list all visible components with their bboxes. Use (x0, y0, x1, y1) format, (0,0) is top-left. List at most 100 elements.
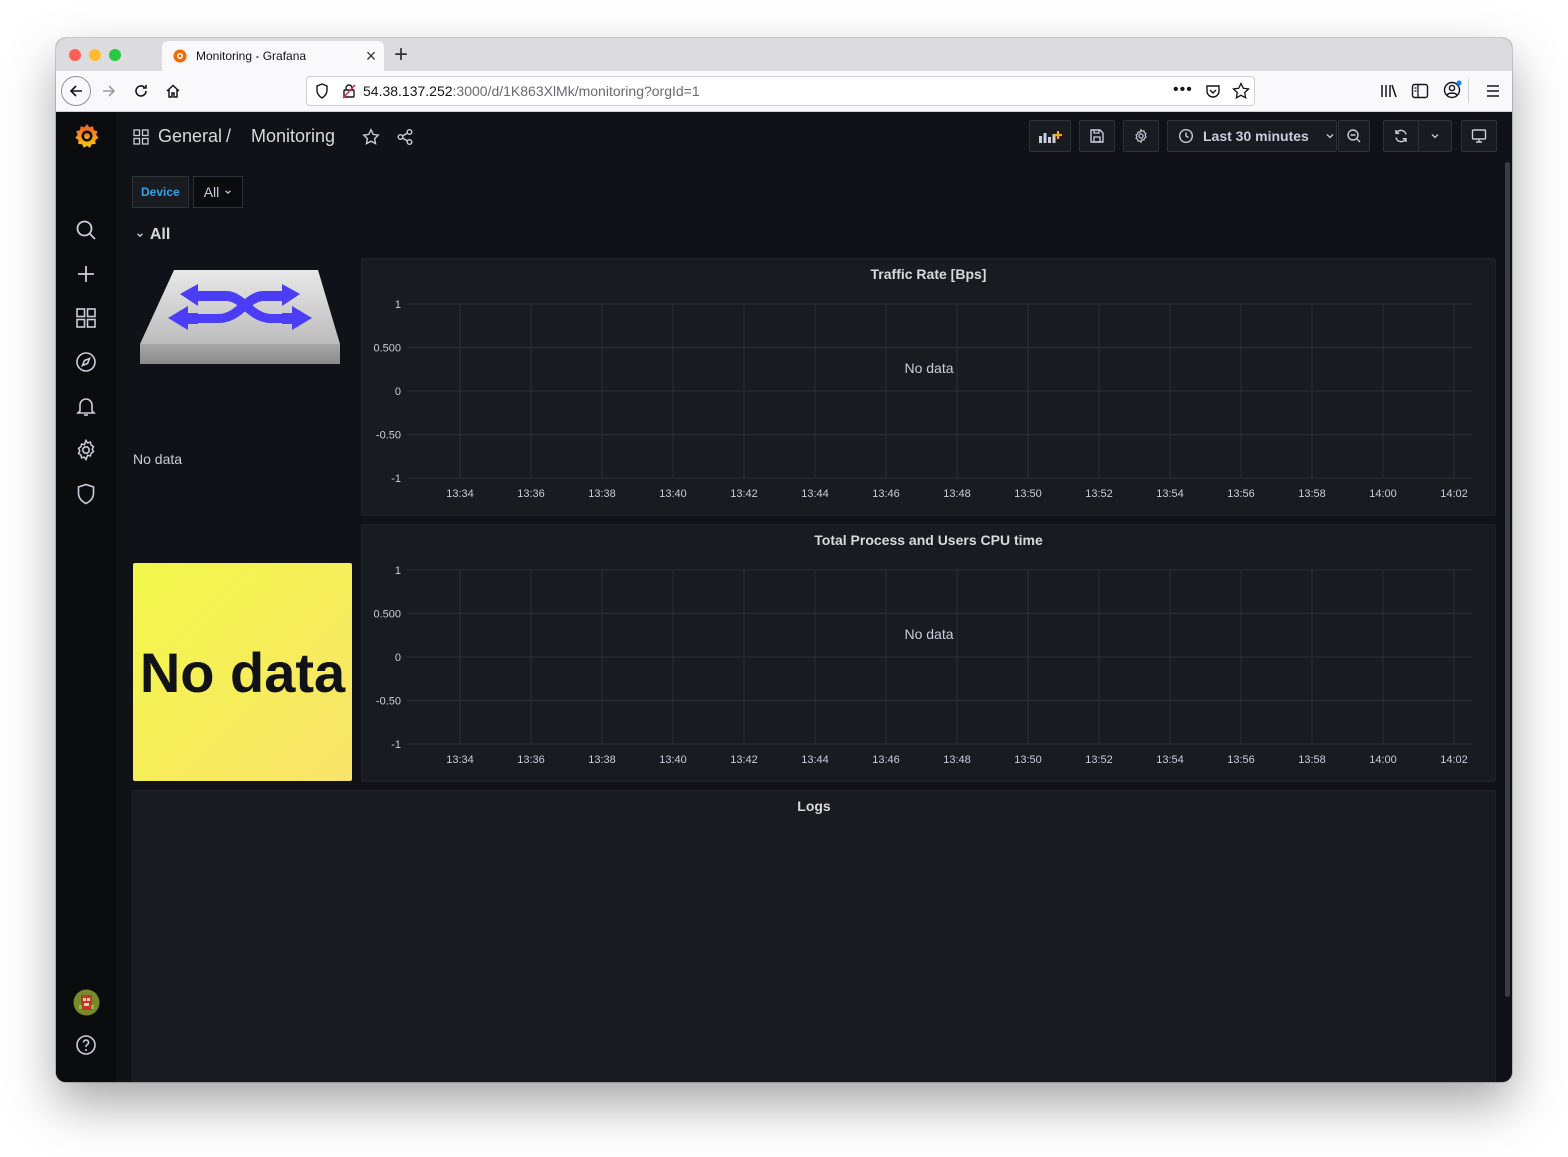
back-button[interactable] (61, 76, 91, 106)
no-data-message: No data (904, 626, 953, 642)
device-variable-select[interactable]: All (192, 176, 244, 208)
grafana-logo-icon[interactable] (73, 122, 101, 150)
refresh-interval-dropdown[interactable] (1418, 120, 1452, 152)
zoom-out-button[interactable] (1338, 120, 1370, 152)
settings-gear-icon (1135, 128, 1147, 144)
scrollbar-thumb[interactable] (1505, 162, 1510, 997)
zoom-out-icon (1347, 129, 1361, 143)
dashboard-title[interactable]: Monitoring (251, 126, 335, 147)
close-tab-icon[interactable]: × (358, 46, 384, 67)
x-tick-label: 13:54 (1156, 754, 1184, 766)
server-admin-shield-icon[interactable] (74, 482, 98, 506)
toolbar-divider (1468, 79, 1469, 103)
y-tick-label: 1 (395, 565, 401, 577)
y-tick-label: -1 (391, 473, 401, 485)
x-tick-label: 13:44 (801, 488, 829, 500)
save-icon (1090, 129, 1104, 143)
shield-tracking-icon (316, 83, 328, 99)
new-tab-icon[interactable]: + (394, 41, 414, 69)
tab-bar: Monitoring - Grafana × + (56, 38, 1512, 71)
clock-icon (1178, 128, 1194, 144)
monitor-icon (1471, 129, 1487, 143)
breadcrumb-separator: / (226, 126, 232, 146)
favorite-star-icon[interactable] (362, 128, 380, 146)
variables-bar: Device All (132, 176, 244, 208)
alerting-bell-icon[interactable] (74, 394, 98, 418)
browser-tab[interactable]: Monitoring - Grafana × (162, 41, 384, 71)
cpu-time-panel: Total Process and Users CPU time 1 0.500 0… (361, 524, 1496, 782)
close-window-button[interactable] (69, 49, 81, 61)
chevron-down-icon (137, 233, 143, 238)
forward-button[interactable] (95, 77, 123, 105)
forward-arrow-icon (103, 85, 116, 97)
home-icon (166, 84, 180, 98)
y-tick-label: -1 (391, 739, 401, 751)
user-avatar[interactable] (73, 989, 100, 1016)
x-tick-label: 13:34 (446, 488, 474, 500)
row-header[interactable]: All (136, 226, 170, 244)
dashboard-scrollbar[interactable] (1504, 162, 1512, 997)
chevron-down-icon (225, 190, 232, 195)
search-icon[interactable] (74, 218, 98, 242)
x-tick-label: 13:46 (872, 754, 900, 766)
minimize-window-button[interactable] (89, 49, 101, 61)
url-bar[interactable]: 54.38.137.252:3000/d/1K863XlMk/monitorin… (306, 76, 1255, 106)
x-tick-label: 13:42 (730, 754, 758, 766)
refresh-button[interactable] (1383, 120, 1419, 152)
x-tick-label: 13:36 (517, 754, 545, 766)
add-panel-button[interactable] (1029, 120, 1071, 152)
side-menu (56, 112, 116, 1082)
y-tick-label: 0.500 (373, 343, 401, 355)
page-actions-icon[interactable]: ••• (1173, 81, 1193, 99)
x-tick-label: 14:02 (1440, 754, 1468, 766)
chevron-down-icon (1431, 134, 1439, 139)
x-tick-label: 13:52 (1085, 754, 1113, 766)
url-path: :3000/d/1K863XlMk/monitoring?orgId=1 (452, 83, 700, 99)
sidebar-toggle-icon[interactable] (1411, 83, 1429, 99)
save-dashboard-button[interactable] (1079, 120, 1115, 152)
reload-button[interactable] (127, 77, 155, 105)
hamburger-menu-icon[interactable] (1485, 83, 1501, 99)
x-tick-label: 14:00 (1369, 488, 1397, 500)
no-data-message: No data (904, 360, 953, 376)
share-icon[interactable] (396, 128, 414, 146)
account-icon[interactable] (1442, 80, 1462, 100)
y-tick-label: 1 (395, 299, 401, 311)
cpu-time-chart: 1 0.500 0 -0.50 -1 13:34 13:36 13:38 13:40 13:42 1… (373, 565, 1472, 766)
image-panel-no-data: No data (133, 451, 183, 467)
zoom-window-button[interactable] (109, 49, 121, 61)
add-panel-icon (1039, 131, 1062, 143)
dashboards-icon[interactable] (74, 306, 98, 330)
view-mode-button[interactable] (1461, 120, 1497, 152)
library-icon[interactable] (1380, 83, 1398, 99)
device-variable-value: All (203, 184, 220, 200)
device-variable-label: Device (132, 176, 189, 208)
bookmark-star-icon[interactable] (1232, 82, 1250, 100)
insecure-lock-icon (342, 84, 356, 99)
breadcrumb-folder[interactable]: General (158, 126, 222, 147)
dashboard-settings-button[interactable] (1123, 120, 1159, 152)
panel-title[interactable]: Logs (133, 798, 1495, 814)
url-text: 54.38.137.252:3000/d/1K863XlMk/monitorin… (363, 83, 700, 99)
home-button[interactable] (159, 77, 187, 105)
y-tick-label: 0 (395, 652, 401, 664)
x-tick-label: 13:36 (517, 488, 545, 500)
network-switch-image (140, 270, 340, 364)
dashboard-grid-icon (133, 129, 149, 145)
x-tick-label: 13:54 (1156, 488, 1184, 500)
y-tick-label: -0.50 (376, 696, 401, 708)
chevron-down-icon (1326, 134, 1334, 139)
reload-icon (135, 85, 147, 97)
dashboard-navbar: General / Monitoring Last 30 minutes (116, 112, 1512, 162)
time-range-picker[interactable]: Last 30 minutes (1167, 120, 1337, 152)
row-title: All (149, 226, 171, 243)
x-tick-label: 13:44 (801, 754, 829, 766)
explore-compass-icon[interactable] (74, 350, 98, 374)
x-tick-label: 13:56 (1227, 754, 1255, 766)
help-icon[interactable] (74, 1033, 98, 1057)
x-tick-label: 13:58 (1298, 488, 1326, 500)
create-plus-icon[interactable] (74, 262, 98, 286)
x-tick-label: 13:50 (1014, 754, 1042, 766)
configuration-gear-icon[interactable] (74, 438, 98, 462)
pocket-icon[interactable] (1205, 83, 1221, 99)
